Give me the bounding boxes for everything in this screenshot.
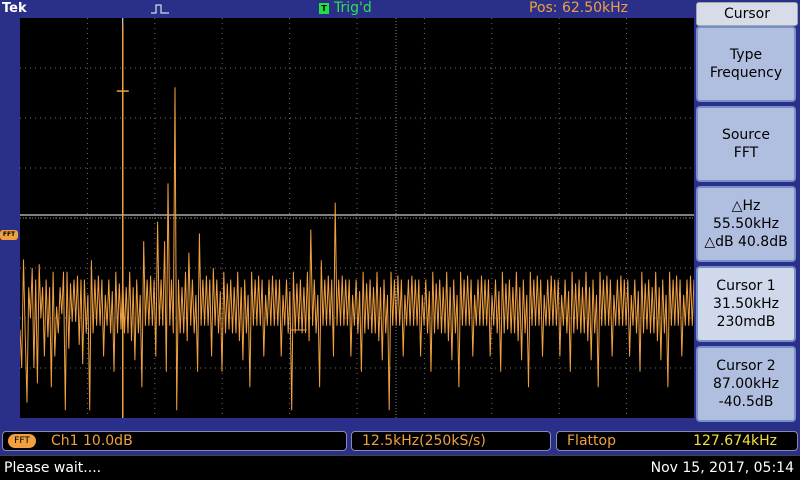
cursor-menu: Cursor Type Frequency Source FFT △Hz 55.…: [694, 0, 800, 430]
position-readout: Pos: 62.50kHz: [529, 0, 629, 16]
cursor2-label: Cursor 2: [716, 358, 776, 374]
cursor-source-button[interactable]: Source FFT: [696, 106, 796, 182]
brand-logo: Tek: [2, 1, 27, 16]
cursor1-frequency: 31.50kHz: [712, 296, 780, 312]
cursor-type-value: Frequency: [709, 65, 783, 81]
span-readout[interactable]: 12.5kHz(250kS/s): [351, 431, 551, 451]
menu-title: Cursor: [696, 2, 798, 26]
cursor-type-button[interactable]: Type Frequency: [696, 26, 796, 102]
message-bar: Please wait.... Nov 15, 2017, 05:14: [0, 455, 800, 480]
bottom-status-bar: FFT Ch1 10.0dB 12.5kHz(250kS/s) Flattop …: [0, 430, 800, 454]
trigger-frequency: 127.674kHz: [693, 433, 777, 449]
cursor1-level: 230mdB: [716, 314, 776, 330]
delta-db-value: △dB 40.8dB: [704, 234, 788, 250]
fft-badge: FFT: [8, 434, 36, 448]
trigger-status: Trig'd: [334, 0, 372, 16]
cursor-source-value: FFT: [733, 145, 759, 161]
fft-spectrum-plot: [20, 18, 694, 418]
top-status-bar: Tek T Trig'd Pos: 62.50kHz: [0, 0, 694, 18]
waveform-display[interactable]: [20, 18, 694, 418]
channel-readout[interactable]: FFT Ch1 10.0dB: [2, 431, 347, 451]
left-marker-strip: FFT: [0, 18, 20, 418]
cursor2-level: -40.5dB: [718, 394, 774, 410]
trigger-badge: T: [319, 3, 329, 14]
cursor1-label: Cursor 1: [716, 278, 776, 294]
cursor2-frequency: 87.00kHz: [712, 376, 780, 392]
window-readout[interactable]: Flattop 127.674kHz: [556, 431, 798, 451]
cursor-type-label: Type: [729, 47, 763, 63]
cursor1-button[interactable]: Cursor 1 31.50kHz 230mdB: [696, 266, 796, 342]
window-type: Flattop: [567, 433, 616, 449]
datetime: Nov 15, 2017, 05:14: [650, 460, 794, 476]
cursor-source-label: Source: [721, 127, 771, 143]
span-value: 12.5kHz(250kS/s): [362, 433, 486, 449]
channel-scale: Ch1 10.0dB: [51, 433, 133, 449]
delta-hz-value: 55.50kHz: [712, 216, 780, 232]
cursor2-button[interactable]: Cursor 2 87.00kHz -40.5dB: [696, 346, 796, 422]
cursor-delta-button[interactable]: △Hz 55.50kHz △dB 40.8dB: [696, 186, 796, 262]
trigger-edge-icon: [151, 4, 169, 14]
fft-reference-marker[interactable]: FFT: [0, 230, 18, 240]
delta-hz-label: △Hz: [731, 198, 761, 214]
message-text: Please wait....: [4, 460, 102, 476]
